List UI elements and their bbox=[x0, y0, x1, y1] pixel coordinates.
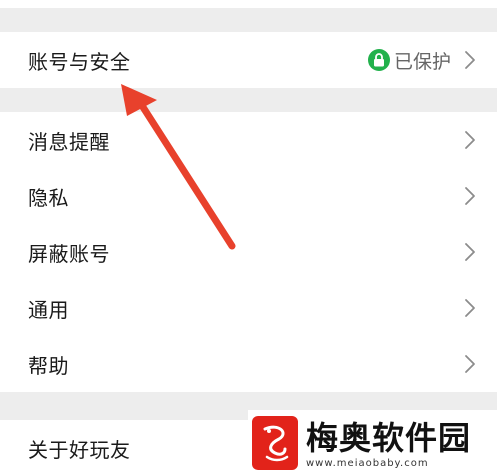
account-security-row[interactable]: 账号与安全 已保护 bbox=[0, 32, 497, 88]
settings-group: 消息提醒 隐私 屏蔽账号 通用 帮助 bbox=[0, 112, 497, 392]
settings-item-label: 隐私 bbox=[28, 185, 69, 210]
account-security-status: 已保护 bbox=[367, 47, 477, 74]
settings-item-help[interactable]: 帮助 bbox=[0, 336, 497, 392]
chevron-right-icon bbox=[465, 187, 475, 205]
chevron-right-icon bbox=[465, 131, 475, 149]
watermark: 梅奥软件园 www.meiaobaby.com bbox=[248, 410, 497, 476]
protected-status-text: 已保护 bbox=[393, 50, 451, 73]
section-gap bbox=[0, 88, 497, 112]
settings-item-general[interactable]: 通用 bbox=[0, 280, 497, 336]
section-gap bbox=[0, 8, 497, 32]
settings-item-label: 消息提醒 bbox=[28, 129, 110, 154]
account-security-label: 账号与安全 bbox=[28, 49, 131, 74]
settings-item-label: 屏蔽账号 bbox=[28, 241, 110, 266]
lock-icon bbox=[367, 49, 390, 71]
settings-item-privacy[interactable]: 隐私 bbox=[0, 168, 497, 224]
settings-item-notifications[interactable]: 消息提醒 bbox=[0, 112, 497, 168]
settings-item-label: 通用 bbox=[28, 297, 69, 322]
chevron-right-icon bbox=[465, 51, 475, 69]
chevron-right-icon bbox=[465, 243, 475, 261]
chevron-right-icon bbox=[465, 355, 475, 373]
dragon-logo-icon bbox=[252, 416, 298, 470]
settings-item-label: 帮助 bbox=[28, 353, 69, 378]
chevron-right-icon bbox=[465, 299, 475, 317]
about-label: 关于好玩友 bbox=[28, 437, 131, 462]
top-card-edge bbox=[0, 0, 497, 8]
settings-item-blocked-accounts[interactable]: 屏蔽账号 bbox=[0, 224, 497, 280]
account-group: 账号与安全 已保护 bbox=[0, 32, 497, 88]
watermark-title: 梅奥软件园 bbox=[306, 418, 472, 457]
watermark-url: www.meiaobaby.com bbox=[306, 457, 429, 469]
